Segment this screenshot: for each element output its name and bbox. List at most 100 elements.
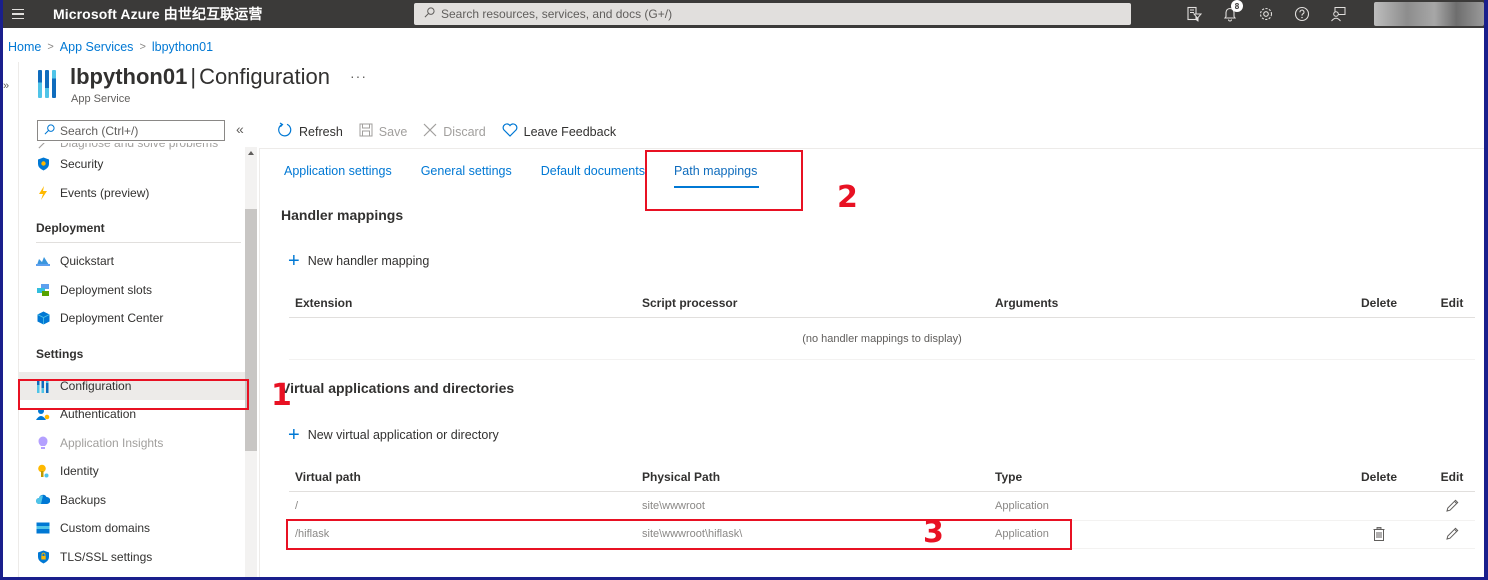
scrollbar-thumb[interactable] [245, 209, 257, 451]
person-key-icon [36, 407, 50, 421]
account-avatar[interactable] [1374, 2, 1484, 26]
brand-title[interactable]: Microsoft Azure 由世纪互联运营 [53, 4, 262, 24]
global-search-box[interactable] [414, 3, 1131, 25]
sidebar-item-backups[interactable]: Backups [18, 486, 245, 515]
refresh-button[interactable]: Refresh [277, 122, 343, 141]
sidebar-item-events[interactable]: Events (preview) [18, 179, 245, 208]
tab-path-mappings[interactable]: Path mappings [673, 164, 760, 188]
sidebar-item-label: Diagnose and solve problems [60, 143, 219, 150]
new-virtual-application-button[interactable]: + New virtual application or directory [288, 425, 499, 445]
sidebar-search-box[interactable] [37, 120, 225, 141]
tab-application-settings[interactable]: Application settings [284, 164, 392, 178]
sidebar-item-quickstart[interactable]: Quickstart [18, 247, 245, 276]
chevron-right-icon: > [47, 41, 54, 53]
sidebar-scrollbar[interactable] [245, 147, 257, 577]
column-header-edit: Edit [1440, 469, 1464, 484]
handler-mappings-title: Handler mappings [281, 207, 404, 223]
column-header-physical-path[interactable]: Physical Path [642, 470, 995, 484]
sidebar-item-label: Deployment Center [60, 311, 164, 326]
sidebar-item-label: Deployment slots [60, 282, 153, 297]
scroll-up-arrow-icon[interactable] [248, 151, 254, 155]
sidebar-item-label: Application Insights [60, 435, 164, 450]
table-header: Extension Script processor Arguments Del… [289, 288, 1475, 318]
command-bar: Refresh Save Discard Leave Feedback [277, 122, 616, 141]
lightbulb-icon [36, 436, 50, 450]
configuration-bars-icon [36, 378, 50, 393]
cell-virtual-path: / [295, 499, 299, 512]
help-question-icon[interactable] [1291, 3, 1313, 25]
discard-button[interactable]: Discard [423, 123, 486, 140]
sidebar-search-input[interactable] [55, 123, 224, 138]
shield-lock-icon [36, 550, 50, 564]
edit-pencil-icon[interactable] [1445, 527, 1459, 541]
top-icons: 8 [1183, 0, 1349, 28]
table-row[interactable]: /hiflask site\wwwroot\hiflask\ Applicati… [289, 521, 1475, 549]
expand-menu-icon[interactable]: » [3, 80, 9, 92]
column-header-script-processor[interactable]: Script processor [642, 296, 995, 310]
menu-hamburger-icon[interactable] [7, 8, 29, 20]
sidebar-item-label: TLS/SSL settings [60, 549, 153, 564]
new-handler-mapping-button[interactable]: + New handler mapping [288, 251, 429, 271]
table-row[interactable]: / site\wwwroot Application [289, 492, 1475, 521]
delete-trash-icon[interactable] [1373, 527, 1385, 542]
notifications-bell-icon[interactable]: 8 [1219, 0, 1243, 25]
feedback-label: Leave Feedback [523, 124, 617, 139]
cell-type: Application [995, 499, 1049, 512]
column-header-type[interactable]: Type [995, 470, 1329, 484]
annotation-number-2: 2 [837, 180, 858, 215]
sidebar-item-custom-domains[interactable]: Custom domains [18, 514, 245, 543]
edit-pencil-icon[interactable] [1445, 499, 1459, 513]
app-frame: Microsoft Azure 由世纪互联运营 8 [3, 0, 1484, 577]
close-icon [423, 123, 437, 140]
sidebar-item-label: Configuration [60, 378, 132, 393]
sidebar-item-tls-ssl[interactable]: TLS/SSL settings [18, 543, 245, 572]
column-header-extension[interactable]: Extension [289, 296, 642, 310]
cloud-quickstart-icon [36, 254, 50, 268]
search-icon [44, 122, 55, 140]
sidebar-item-identity[interactable]: Identity [18, 457, 245, 486]
cloud-shell-filter-icon[interactable] [1183, 3, 1205, 25]
sidebar: Diagnose and solve problems Security Eve… [18, 143, 245, 577]
tab-general-settings[interactable]: General settings [421, 164, 512, 178]
new-handler-mapping-label: New handler mapping [307, 254, 430, 268]
leave-feedback-button[interactable]: Leave Feedback [502, 123, 616, 140]
divider [36, 242, 241, 243]
plus-icon: + [288, 424, 300, 446]
sidebar-item-authentication[interactable]: Authentication [18, 400, 245, 429]
breadcrumb-resource[interactable]: lbpython01 [152, 40, 213, 54]
table-header: Virtual path Physical Path Type Delete E… [289, 462, 1475, 492]
breadcrumb-app-services[interactable]: App Services [60, 40, 134, 54]
sidebar-item-deployment-slots[interactable]: Deployment slots [18, 276, 245, 305]
configuration-bars-icon [38, 70, 60, 98]
cube-icon [36, 311, 50, 325]
sidebar-item-label: Events (preview) [60, 185, 150, 200]
divider [259, 148, 1484, 149]
tab-default-documents[interactable]: Default documents [541, 164, 645, 178]
sidebar-item-diagnose[interactable]: Diagnose and solve problems [18, 143, 245, 150]
sidebar-item-application-insights[interactable]: Application Insights [18, 429, 245, 458]
settings-gear-icon[interactable] [1255, 3, 1277, 25]
title-separator: | [190, 64, 197, 89]
lightning-icon [36, 185, 50, 200]
column-header-virtual-path[interactable]: Virtual path [289, 470, 642, 484]
sidebar-item-configuration[interactable]: Configuration [18, 371, 245, 400]
global-search-input[interactable] [435, 7, 1131, 21]
save-button[interactable]: Save [359, 123, 407, 140]
sidebar-item-label: Security [60, 157, 104, 172]
sidebar-item-security[interactable]: Security [18, 150, 245, 179]
page-title: lbpython01 | Configuration [70, 64, 330, 90]
deployment-slots-icon [36, 283, 50, 297]
annotation-box-2 [645, 150, 803, 211]
virtual-apps-table: Virtual path Physical Path Type Delete E… [289, 462, 1475, 549]
more-options-icon[interactable]: ··· [350, 68, 367, 84]
refresh-label: Refresh [299, 124, 343, 139]
column-header-arguments[interactable]: Arguments [995, 296, 1329, 310]
feedback-person-icon[interactable] [1327, 3, 1349, 25]
blade-name: Configuration [199, 64, 330, 89]
sidebar-item-deployment-center[interactable]: Deployment Center [18, 304, 245, 333]
domain-card-icon [36, 521, 50, 535]
top-bar: Microsoft Azure 由世纪互联运营 8 [3, 0, 1484, 28]
collapse-sidebar-icon[interactable]: « [236, 121, 244, 137]
wrench-icon [36, 143, 50, 150]
breadcrumb-home[interactable]: Home [8, 40, 41, 54]
